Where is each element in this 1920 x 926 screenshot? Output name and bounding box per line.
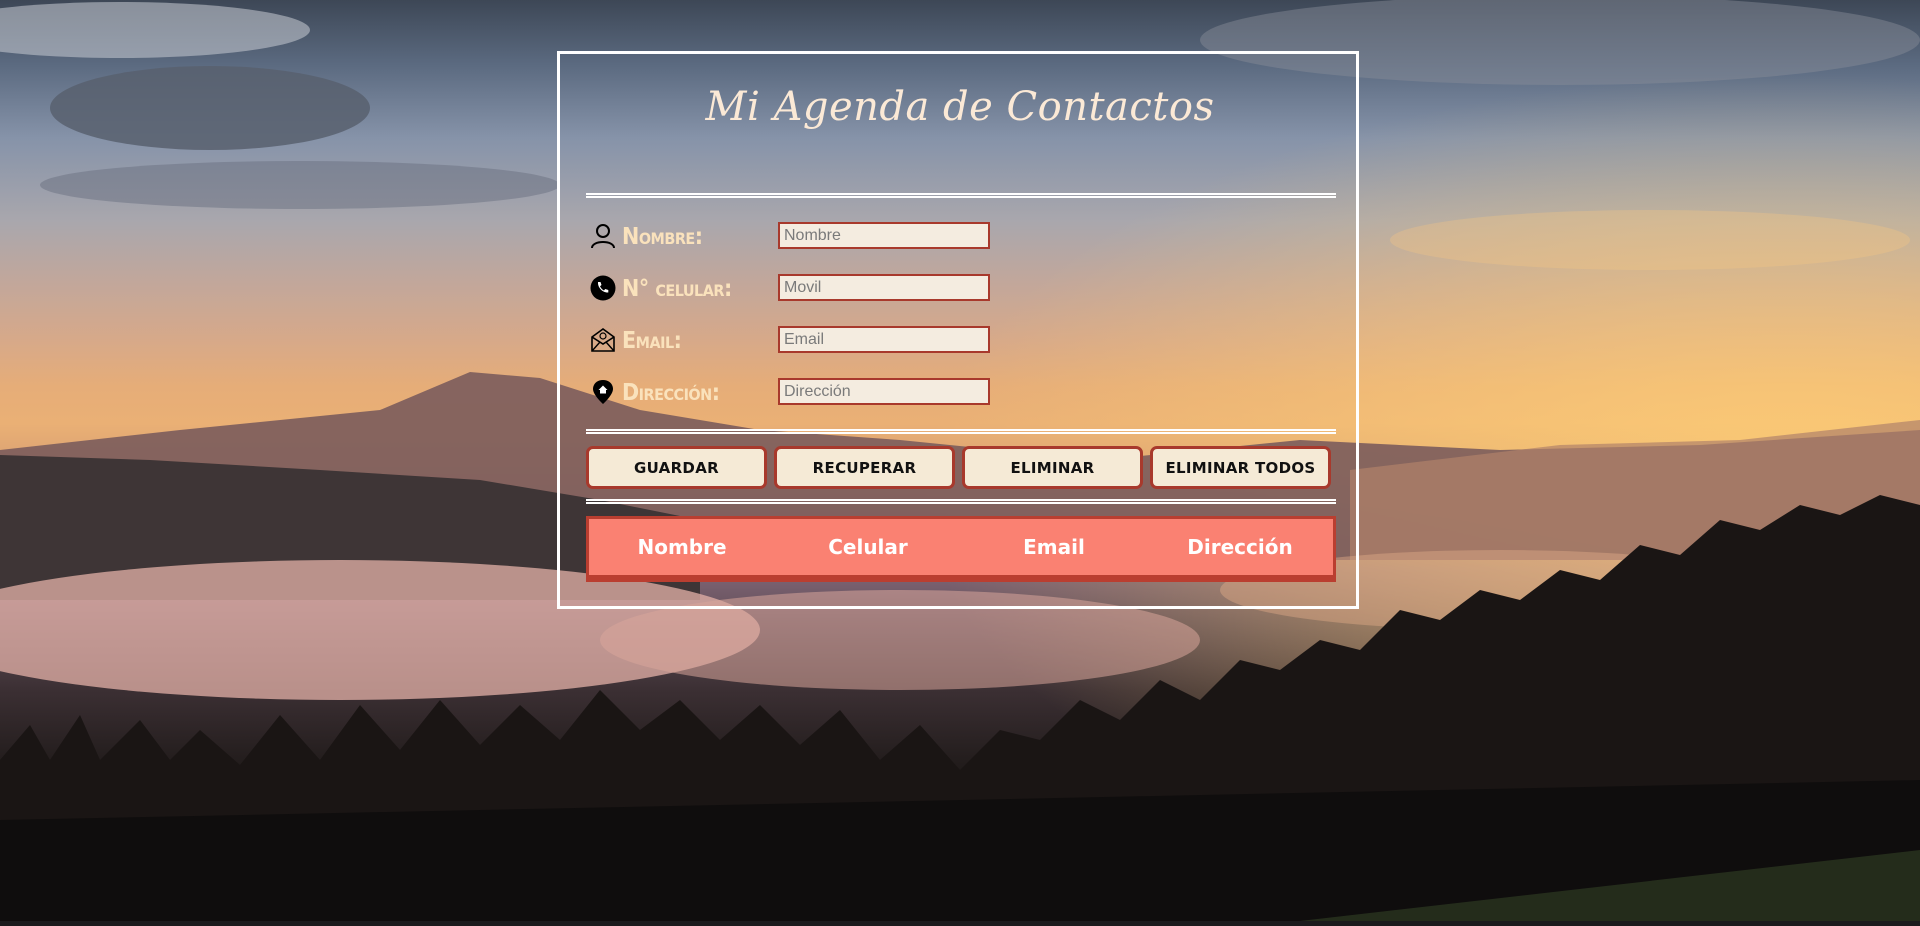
contacts-table-header: Nombre Celular Email Dirección <box>586 516 1336 582</box>
phone-input[interactable] <box>778 274 990 301</box>
column-header-address: Dirección <box>1187 535 1293 559</box>
envelope-icon <box>591 328 615 352</box>
retrieve-button[interactable]: RECUPERAR <box>774 446 955 489</box>
column-header-email: Email <box>1023 535 1085 559</box>
delete-button[interactable]: ELIMINAR <box>962 446 1143 489</box>
divider-middle <box>586 429 1336 434</box>
phone-label: N° celular: <box>622 276 732 302</box>
divider-top <box>586 193 1336 198</box>
column-header-phone: Celular <box>828 535 908 559</box>
page-title: Mi Agenda de Contactos <box>705 84 1215 130</box>
phone-icon <box>590 275 616 301</box>
user-icon <box>591 224 615 249</box>
name-input[interactable] <box>778 222 990 249</box>
name-row: Nombre: <box>586 221 1006 253</box>
email-label: Email: <box>622 328 682 354</box>
column-header-name: Nombre <box>637 535 727 559</box>
window-bottom-strip <box>0 921 1920 926</box>
email-input[interactable] <box>778 326 990 353</box>
phone-row: N° celular: <box>586 273 1006 305</box>
name-label: Nombre: <box>622 224 703 250</box>
divider-bottom <box>586 499 1336 504</box>
address-row: Dirección: <box>586 377 1006 409</box>
delete-all-button[interactable]: ELIMINAR TODOS <box>1150 446 1331 489</box>
address-label: Dirección: <box>622 380 720 406</box>
location-pin-icon <box>593 380 613 404</box>
save-button[interactable]: GUARDAR <box>586 446 767 489</box>
email-row: Email: <box>586 325 1006 357</box>
address-input[interactable] <box>778 378 990 405</box>
